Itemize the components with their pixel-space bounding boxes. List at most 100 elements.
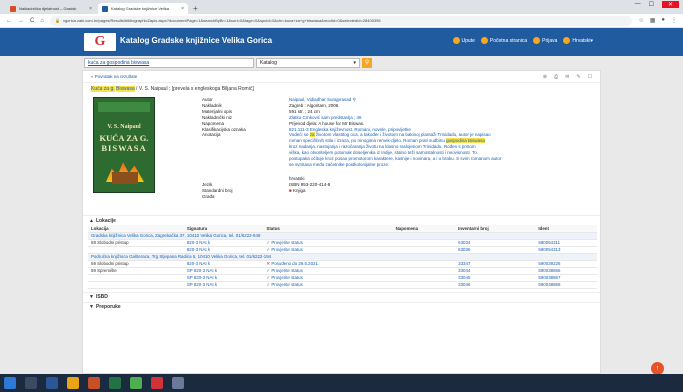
user-icon bbox=[533, 37, 541, 44]
home-icon[interactable]: ⌂ bbox=[40, 18, 44, 24]
search-scope-select[interactable]: Katalog ▾ bbox=[256, 58, 360, 68]
record-card: « Povratak na rezultate ⊕ ⎙ ✉ ✎ ☐ Kuća z… bbox=[82, 70, 601, 374]
edit-icon[interactable]: ✎ bbox=[576, 74, 580, 80]
chevron-up-icon: ▲ bbox=[89, 217, 94, 224]
email-icon[interactable]: ✉ bbox=[565, 74, 569, 80]
status-link[interactable]: Provjerite status bbox=[271, 268, 302, 273]
window-controls: — ☐ ✕ bbox=[635, 1, 679, 8]
url-input[interactable]: 🔒 vgorica.zaki.com.hr/pages/Results/bibl… bbox=[49, 15, 633, 26]
library-name[interactable]: Područna knjižnica Gašteraca, Trg Stjepa… bbox=[88, 253, 597, 261]
browser-tab-2[interactable]: Katalog Gradske knjižnice Velika × bbox=[98, 3, 188, 14]
search-input[interactable]: kuća za gospodina biswasa bbox=[84, 58, 254, 68]
library-name[interactable]: Gradska knjižnica Velika Gorica, Zagreba… bbox=[88, 232, 597, 240]
status-link[interactable]: Posuđeno do 29.5.2021. bbox=[271, 261, 319, 266]
back-arrow-icon[interactable]: ← bbox=[6, 18, 12, 24]
anotacija-highlight: za bbox=[309, 132, 315, 138]
cell-location: 58 Slobodni pristup bbox=[88, 239, 184, 247]
nav-label: Prijava bbox=[542, 37, 558, 44]
column-header: Napomena bbox=[392, 225, 456, 233]
cell-signatura: SP 820-3 NAI k bbox=[183, 274, 264, 282]
cell-status: ✓ Provjerite status bbox=[263, 246, 393, 254]
cell-location: 59 Slobodni pristup bbox=[88, 260, 184, 268]
back-label: Povratak na rezultate bbox=[94, 74, 138, 79]
cover-author: V. S. Naipaul bbox=[107, 124, 141, 130]
nav-pocetna[interactable]: Početna stranica bbox=[480, 37, 528, 44]
title-highlight[interactable]: Kuća za g. bbox=[91, 86, 115, 92]
title-highlight[interactable]: Biswasa bbox=[116, 86, 135, 92]
cell-ident: 590038866 bbox=[535, 267, 597, 275]
arrow-up-icon: ↑ bbox=[655, 365, 660, 372]
cell-signatura: SP 820-3 NAI k bbox=[183, 267, 264, 275]
cell-location bbox=[88, 246, 184, 254]
column-header: Inventarni broj bbox=[455, 225, 536, 233]
record-detail: V. S. Naipaul KUĆA ZA G. BISWASA Autor N… bbox=[83, 95, 600, 215]
profile-icon[interactable]: ● bbox=[661, 17, 665, 24]
taskbar-app-icon[interactable] bbox=[130, 377, 142, 389]
bookmark-icon[interactable]: ⊕ bbox=[543, 74, 547, 80]
search-button[interactable]: ⚲ bbox=[362, 58, 372, 68]
author-link[interactable]: Naipaul, Vidiadhar Surajprasad bbox=[289, 97, 351, 102]
chrome-icon[interactable] bbox=[88, 377, 100, 389]
tab-close-icon[interactable]: × bbox=[89, 6, 92, 12]
cell-status: ✓ Provjerite status bbox=[263, 239, 393, 247]
nav-language[interactable]: Hrvatski ▾ bbox=[563, 37, 593, 44]
status-link[interactable]: Provjerite status bbox=[271, 247, 302, 252]
nav-label: Početna stranica bbox=[489, 37, 528, 44]
minimize-icon[interactable]: — bbox=[635, 1, 641, 8]
value-grada: ■ Knjiga bbox=[289, 188, 589, 194]
expand-icon[interactable]: ☐ bbox=[588, 74, 592, 80]
status-link[interactable]: Provjerite status bbox=[271, 282, 302, 287]
nav-upute[interactable]: Upute bbox=[452, 37, 475, 44]
top-nav: Upute Početna stranica Prijava Hrvatski … bbox=[452, 37, 593, 44]
cover-house-illustration bbox=[112, 172, 138, 184]
close-window-icon[interactable]: ✕ bbox=[661, 1, 679, 8]
word-icon[interactable] bbox=[46, 377, 58, 389]
cell-napomena bbox=[392, 246, 456, 254]
chevron-down-icon: ▾ bbox=[353, 60, 356, 66]
start-icon[interactable] bbox=[4, 377, 16, 389]
excel-icon[interactable] bbox=[109, 377, 121, 389]
back-to-results-link[interactable]: « Povratak na rezultate bbox=[91, 74, 137, 79]
browser-tab-1[interactable]: Nakladnička djelatnost – Gradsk × bbox=[6, 3, 96, 14]
explorer-icon[interactable] bbox=[67, 377, 79, 389]
cell-napomena bbox=[392, 281, 456, 289]
forward-arrow-icon[interactable]: → bbox=[18, 18, 24, 24]
field-values: Naipaul, Vidiadhar Surajprasad ⚲ Zagreb … bbox=[289, 97, 589, 194]
taskbar-app-icon[interactable] bbox=[172, 377, 184, 389]
cover-header bbox=[98, 102, 150, 112]
new-tab-icon[interactable]: + bbox=[193, 3, 198, 14]
home-icon bbox=[480, 37, 488, 44]
label-grada: Građa bbox=[202, 194, 215, 200]
table-row: SP 820-3 NAI k ✓ Provjerite status 33046 59… bbox=[88, 281, 597, 289]
status-link[interactable]: Provjerite status bbox=[271, 275, 302, 280]
cell-location: 59 Spremište bbox=[88, 267, 184, 275]
nav-prijava[interactable]: Prijava bbox=[533, 37, 557, 44]
section-lokacije[interactable]: ▲ Lokacije bbox=[83, 215, 600, 225]
star-icon[interactable]: ☆ bbox=[638, 17, 643, 24]
cell-status: ✓ Provjerite status bbox=[263, 281, 393, 289]
extensions-icon[interactable]: ▦ bbox=[650, 17, 656, 24]
print-icon[interactable]: ⎙ bbox=[554, 74, 558, 80]
tab-close-icon[interactable]: × bbox=[181, 6, 184, 12]
section-isbd[interactable]: ▼ ISBD bbox=[83, 291, 600, 302]
maximize-icon[interactable]: ☐ bbox=[649, 1, 654, 8]
cell-napomena bbox=[392, 260, 456, 268]
section-label: Lokacije bbox=[95, 217, 116, 224]
tab-favicon-icon bbox=[10, 5, 16, 12]
search-icon[interactable]: ⚲ bbox=[352, 97, 355, 102]
book-icon: ■ bbox=[289, 187, 292, 193]
status-link[interactable]: Provjerite status bbox=[271, 240, 302, 245]
table-row: 59 Spremište SP 820-3 NAI k ✓ Provjerite s… bbox=[88, 267, 597, 275]
taskbar-app-icon[interactable] bbox=[25, 377, 37, 389]
reload-icon[interactable]: C bbox=[30, 18, 34, 24]
tab-title: Katalog Gradske knjižnice Velika bbox=[111, 6, 170, 11]
taskbar-app-icon[interactable] bbox=[151, 377, 163, 389]
library-logo[interactable]: G bbox=[84, 33, 116, 51]
cell-status: ✓ Provjerite status bbox=[263, 267, 393, 275]
cell-inventarni-broj: 33347 bbox=[455, 260, 536, 268]
site-title: Katalog Gradske knjižnice Velika Gorica bbox=[120, 36, 273, 45]
cell-signatura: 820-3 NAI k bbox=[183, 260, 264, 268]
cell-ident: 590038867 bbox=[535, 274, 597, 282]
menu-icon[interactable]: ⋮ bbox=[671, 17, 677, 24]
section-preporuke[interactable]: ▼ Preporuke bbox=[83, 301, 600, 312]
